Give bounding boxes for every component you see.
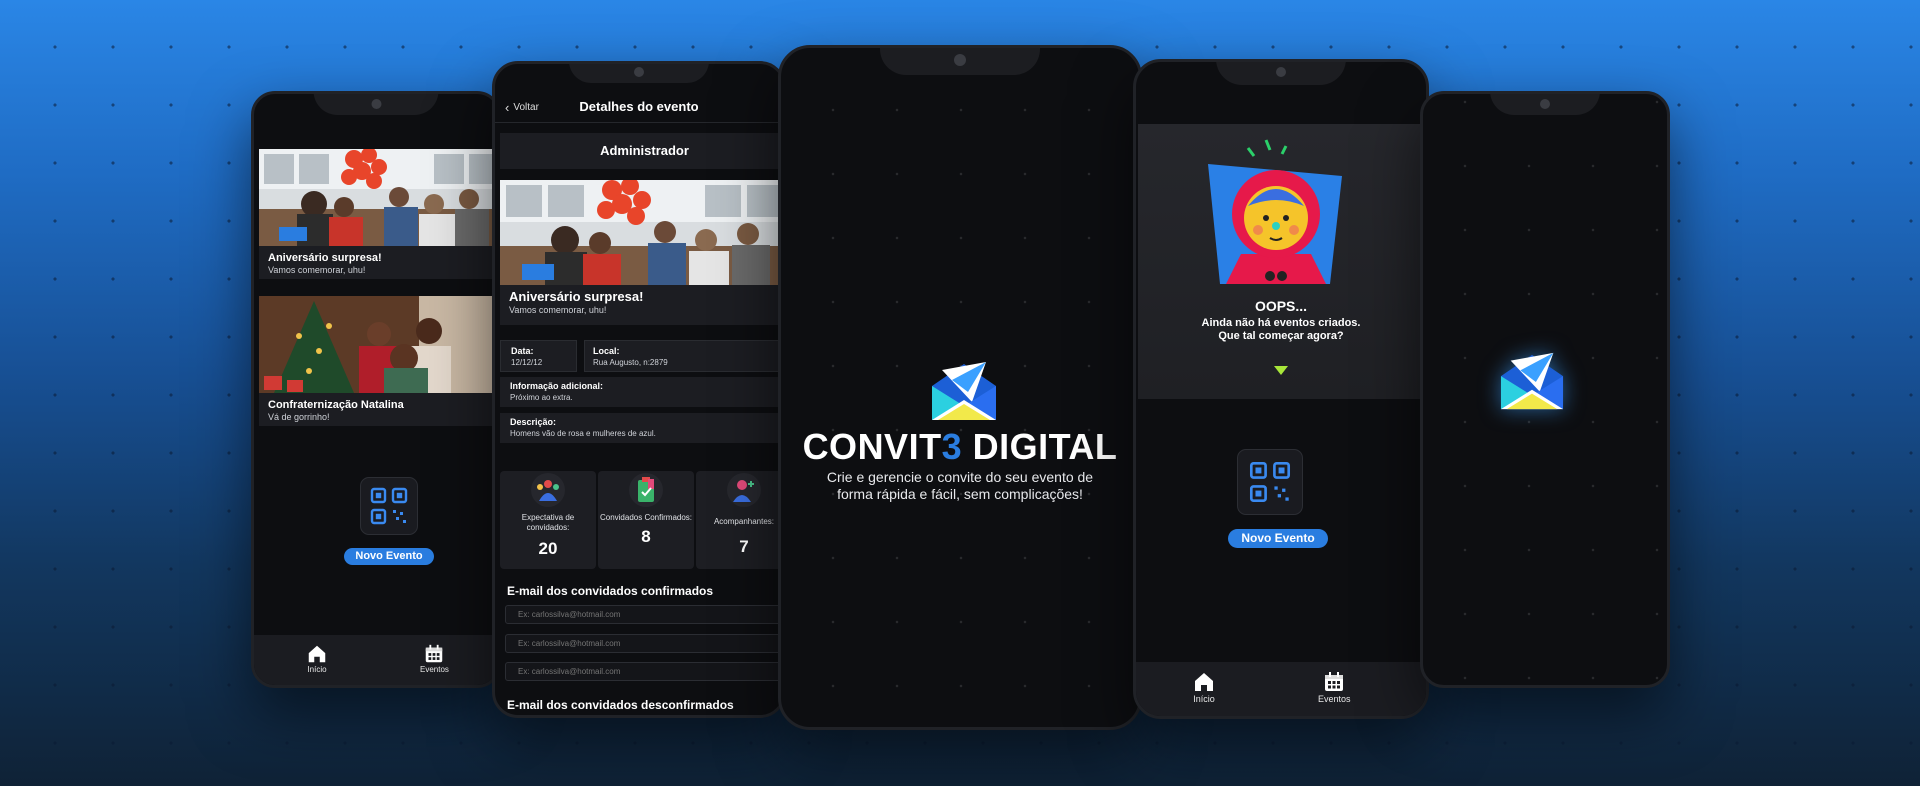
stat-confirmed-guests: Convidados Confirmados: 8: [598, 471, 694, 569]
event-card[interactable]: Aniversário surpresa! Vamos comemorar, u…: [259, 149, 498, 279]
home-icon: [308, 645, 326, 663]
event-title: Aniversário surpresa!: [268, 252, 382, 264]
tab-inicio[interactable]: Início: [1192, 670, 1216, 704]
event-card[interactable]: Confraternização Natalina Vá de gorrinho…: [259, 296, 498, 426]
additional-info-label: Informação adicional:: [510, 381, 604, 391]
description-field: Descrição: Homens vão de rosa e mulheres…: [500, 413, 783, 443]
unconfirmed-emails-heading: E-mail dos convidados desconfirmados: [507, 698, 734, 712]
date-field: Data: 12/12/12: [500, 340, 577, 372]
stat-value: 8: [641, 527, 651, 546]
role-banner: Administrador: [500, 133, 783, 169]
stat-companions: Acompanhantes: 7: [696, 471, 783, 569]
phone-loading-screen: [1420, 91, 1670, 688]
stat-label: Convidados Confirmados:: [599, 513, 693, 522]
tab-eventos[interactable]: Eventos: [420, 643, 449, 674]
phone-notch: [313, 94, 439, 115]
confirmed-emails-heading: E-mail dos convidados confirmados: [507, 584, 714, 598]
additional-info-value: Próximo ao extra.: [510, 393, 573, 402]
empty-message-line: Ainda não há eventos criados.: [1201, 317, 1361, 329]
event-photo-office-party: [259, 149, 498, 246]
additional-info-field: Informação adicional: Próximo ao extra.: [500, 377, 783, 407]
brand-text-part: DIGITAL: [962, 426, 1118, 467]
envelope-logo-icon: [1497, 349, 1567, 418]
empty-message: Ainda não há eventos criados. Que tal co…: [1138, 317, 1424, 343]
phone-notch: [569, 64, 709, 83]
phone-notch: [1490, 94, 1600, 115]
date-label: Data:: [511, 346, 534, 356]
qr-code-icon[interactable]: [360, 477, 418, 535]
description-label: Descrição:: [510, 417, 557, 427]
home-icon: [1195, 673, 1213, 691]
new-event-button[interactable]: Novo Evento: [344, 548, 434, 565]
bottom-tab-bar: Início Eventos: [1136, 662, 1426, 716]
calendar-icon: [426, 644, 443, 663]
location-label: Local:: [593, 346, 620, 356]
stat-label: Expectativa de convidados:: [521, 513, 575, 532]
character-illustration: [1196, 134, 1356, 299]
event-subtitle: Vamos comemorar, uhu!: [268, 265, 366, 275]
confirmed-email-field[interactable]: [505, 662, 783, 681]
confirmed-email-field[interactable]: [505, 605, 783, 624]
brand-wordmark: CONVIT3 DIGITAL: [781, 426, 1139, 468]
divider: [495, 122, 783, 123]
new-event-button[interactable]: Novo Evento: [1228, 529, 1328, 548]
page-title: Detalhes do evento: [579, 99, 699, 114]
stat-value: 20: [538, 539, 558, 558]
event-photo-office-party: [500, 180, 783, 285]
stat-label: Acompanhantes:: [713, 517, 775, 526]
arrow-down-icon: [1274, 366, 1288, 375]
event-title: Confraternização Natalina: [268, 399, 404, 411]
bottom-tab-bar: Início Eventos: [254, 635, 498, 685]
event-header-card: Aniversário surpresa! Vamos comemorar, u…: [500, 180, 783, 325]
tab-inicio[interactable]: Início: [306, 643, 328, 674]
group-icon: [531, 473, 565, 507]
envelope-logo-icon: [928, 358, 1000, 429]
event-photo-christmas-family: [259, 296, 498, 393]
phone-notch: [1216, 62, 1346, 85]
tagline-line: Crie e gerencie o convite do seu evento …: [826, 469, 1094, 485]
tagline: Crie e gerencie o convite do seu evento …: [781, 469, 1139, 503]
date-value: 12/12/12: [511, 358, 543, 367]
event-title: Aniversário surpresa!: [509, 289, 644, 304]
empty-state-card: OOPS... Ainda não há eventos criados. Qu…: [1138, 124, 1424, 399]
phone-notch: [880, 48, 1040, 75]
clipboard-check-icon: [629, 473, 663, 507]
tab-label: Início: [1193, 694, 1215, 704]
stat-value: 7: [739, 537, 749, 556]
tab-label: Eventos: [420, 665, 449, 674]
add-person-icon: [727, 473, 761, 507]
empty-message-line: Que tal começar agora?: [1218, 330, 1344, 342]
calendar-icon: [1325, 672, 1344, 691]
event-subtitle: Vá de gorrinho!: [268, 412, 330, 422]
event-subtitle: Vamos comemorar, uhu!: [509, 305, 607, 315]
confirmed-email-field[interactable]: [505, 634, 783, 653]
brand-text-accent: 3: [941, 426, 963, 467]
oops-title: OOPS...: [1254, 298, 1308, 314]
qr-code-icon[interactable]: [1237, 449, 1303, 515]
brand-text-part: CONVIT: [802, 426, 942, 467]
phone-splash: CONVIT3 DIGITAL Crie e gerencie o convit…: [778, 45, 1142, 730]
phone-empty-state: OOPS... Ainda não há eventos criados. Qu…: [1133, 59, 1429, 719]
location-value: Rua Augusto, n:2879: [593, 358, 668, 367]
location-field: Local: Rua Augusto, n:2879: [584, 340, 783, 372]
tagline-line: forma rápida e fácil, sem complicações!: [837, 486, 1083, 502]
phone-events-feed: Aniversário surpresa! Vamos comemorar, u…: [251, 91, 501, 688]
tab-eventos[interactable]: Eventos: [1318, 670, 1351, 704]
tab-label: Eventos: [1318, 694, 1351, 704]
phone-event-details: ‹ Voltar Detalhes do evento Administrado…: [492, 61, 786, 718]
stat-expected-guests: Expectativa de convidados: 20: [500, 471, 596, 569]
description-value: Homens vão de rosa e mulheres de azul.: [510, 429, 656, 438]
tab-label: Início: [307, 665, 327, 674]
